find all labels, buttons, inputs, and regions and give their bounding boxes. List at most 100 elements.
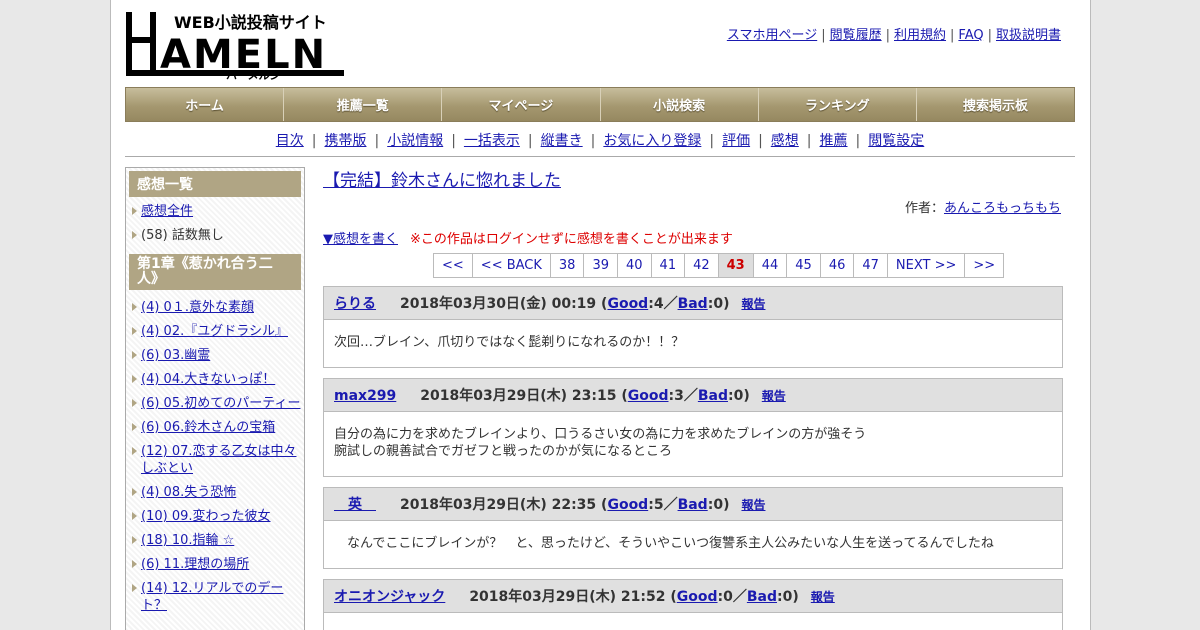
nav-ranking[interactable]: ランキング xyxy=(758,88,917,121)
episode-link[interactable]: (12) 07.恋する乙女は中々しぶとい xyxy=(141,444,297,476)
episode-link[interactable]: (4) 08.失う恐怖 xyxy=(141,485,236,500)
subnav-recommend[interactable]: 推薦 xyxy=(820,133,848,149)
nav-home[interactable]: ホーム xyxy=(126,88,285,121)
sidebar-item: (6) 11.理想の場所 xyxy=(129,553,301,577)
good-button[interactable]: Good xyxy=(628,388,669,404)
sidebar-item: (58) 話数無し xyxy=(129,224,301,248)
episode-link[interactable]: (6) 03.幽霊 xyxy=(141,348,210,363)
episode-link[interactable]: (4) 02.『ユグドラシル』 xyxy=(141,324,288,339)
reviewer-name[interactable]: オニオンジャック xyxy=(334,589,445,605)
reviewer-name[interactable]: max299 xyxy=(334,388,396,404)
novel-title-link[interactable]: 【完結】鈴木さんに惚れました xyxy=(323,171,561,191)
episode-link[interactable]: (6) 06.鈴木さんの宝箱 xyxy=(141,420,275,435)
bad-button[interactable]: Bad xyxy=(698,388,728,404)
pager-page[interactable]: 45 xyxy=(786,253,821,278)
review-item: 英 2018年03月29日(木) 22:35 (Good:5／Bad:0) 報告 … xyxy=(323,487,1063,569)
episode-link[interactable]: (4) 04.大きないっぽ！ xyxy=(141,372,275,387)
review-date: 2018年03月29日(木) 23:15 xyxy=(420,388,617,404)
svg-text:WEB小説投稿サイト: WEB小説投稿サイト xyxy=(174,13,327,32)
sidebar-item: (10) 09.変わった彼女 xyxy=(129,505,301,529)
reviewer-name[interactable]: らりる xyxy=(334,296,376,312)
report-link[interactable]: 報告 xyxy=(762,389,786,403)
pager-page[interactable]: 39 xyxy=(583,253,618,278)
pager-back[interactable]: << BACK xyxy=(471,253,551,278)
subnav-settings[interactable]: 閲覧設定 xyxy=(868,133,924,149)
episode-link[interactable]: (18) 10.指輪 ☆ xyxy=(141,533,234,548)
link-history[interactable]: 閲覧履歴 xyxy=(830,28,882,43)
pager-first[interactable]: << xyxy=(433,253,473,278)
sidebar: 感想一覧 感想全件 (58) 話数無し 第1章《惹かれ合う二人》 (4) 0１.… xyxy=(125,167,305,630)
good-count: 4 xyxy=(653,296,664,312)
bad-count: 0 xyxy=(782,589,793,605)
subnav-vertical[interactable]: 縦書き xyxy=(541,133,583,149)
author-line: 作者：あんころもっちもち xyxy=(323,197,1061,216)
reviewer-name[interactable]: 英 xyxy=(334,497,376,513)
bad-button[interactable]: Bad xyxy=(747,589,777,605)
review-header: max299 2018年03月29日(木) 23:15 (Good:3／Bad:0… xyxy=(324,379,1062,412)
novel-title: 【完結】鈴木さんに惚れました xyxy=(323,166,1063,191)
review-body: なんでここにブレインが？ と、思ったけど、そういやこいつ復讐系主人公みたいな人生… xyxy=(334,536,994,551)
sidebar-item: 感想全件 xyxy=(129,200,301,224)
bad-count: 0 xyxy=(713,497,724,513)
review-item: オニオンジャック 2018年03月29日(木) 21:52 (Good:0／Bad… xyxy=(323,579,1063,630)
subnav-toc[interactable]: 目次 xyxy=(276,133,304,149)
episode-link[interactable]: (14) 12.リアルでのデート？ xyxy=(141,581,283,613)
review-header: らりる 2018年03月30日(金) 00:19 (Good:4／Bad:0) 報告 xyxy=(324,287,1062,320)
episode-link[interactable]: (6) 11.理想の場所 xyxy=(141,557,249,572)
hameln-logo[interactable]: WEB小説投稿サイト AMELN ハーメルン xyxy=(126,10,346,82)
pager-page[interactable]: 47 xyxy=(853,253,888,278)
pager-next[interactable]: NEXT >> xyxy=(886,253,966,278)
link-faq[interactable]: FAQ xyxy=(958,28,983,43)
bad-button[interactable]: Bad xyxy=(678,497,708,513)
nav-recommend[interactable]: 推薦一覧 xyxy=(284,88,443,121)
link-smartphone[interactable]: スマホ用ページ xyxy=(727,28,817,43)
review-body: 自分の為に力を求めたブレインより、口うるさい女の為に力を求めたブレインの方が強そ… xyxy=(334,427,867,459)
pager-page[interactable]: 40 xyxy=(617,253,652,278)
sidebar-link-all[interactable]: 感想全件 xyxy=(141,204,193,219)
episode-link[interactable]: (4) 0１.意外な素顔 xyxy=(141,300,254,315)
good-button[interactable]: Good xyxy=(677,589,718,605)
link-terms[interactable]: 利用規約 xyxy=(894,28,946,43)
good-button[interactable]: Good xyxy=(607,296,648,312)
nav-search[interactable]: 小説検索 xyxy=(600,88,759,121)
episode-link[interactable]: (6) 05.初めてのパーティー xyxy=(141,396,300,411)
nav-mypage[interactable]: マイページ xyxy=(442,88,601,121)
review-item: らりる 2018年03月30日(金) 00:19 (Good:4／Bad:0) 報告… xyxy=(323,286,1063,368)
review-date: 2018年03月30日(金) 00:19 xyxy=(400,296,597,312)
sidebar-item: (4) 0１.意外な素顔 xyxy=(129,296,301,320)
author-link[interactable]: あんころもっちもち xyxy=(944,201,1061,216)
pager-page[interactable]: 41 xyxy=(650,253,686,278)
top-links: スマホ用ページ | 閲覧履歴 | 利用規約 | FAQ | 取扱説明書 xyxy=(726,28,1061,43)
sidebar-no-chapter: (58) 話数無し xyxy=(141,228,224,243)
sidebar-item: (4) 04.大きないっぽ！ xyxy=(129,368,301,392)
subnav-all[interactable]: 一括表示 xyxy=(464,133,520,149)
report-link[interactable]: 報告 xyxy=(741,498,765,512)
report-link[interactable]: 報告 xyxy=(741,297,765,311)
sidebar-item: (4) 02.『ユグドラシル』 xyxy=(129,320,301,344)
good-count: 0 xyxy=(723,589,733,605)
subnav-info[interactable]: 小説情報 xyxy=(387,133,443,149)
pager-last[interactable]: >> xyxy=(964,253,1005,278)
good-button[interactable]: Good xyxy=(607,497,648,513)
link-manual[interactable]: 取扱説明書 xyxy=(996,28,1061,43)
author-label: 作者： xyxy=(904,201,944,216)
subnav-mobile[interactable]: 携帯版 xyxy=(324,133,366,149)
write-review-link[interactable]: ▼感想を書く xyxy=(323,232,398,247)
episode-link[interactable]: (10) 09.変わった彼女 xyxy=(141,509,271,524)
login-notice: ※この作品はログインせずに感想を書くことが出来ます xyxy=(410,232,733,247)
divider xyxy=(125,156,1075,157)
subnav-reviews[interactable]: 感想 xyxy=(771,133,799,149)
nav-board[interactable]: 捜索掲示板 xyxy=(916,88,1075,121)
subnav-rating[interactable]: 評価 xyxy=(722,133,750,149)
review-header: オニオンジャック 2018年03月29日(木) 21:52 (Good:0／Bad… xyxy=(324,580,1062,613)
pager-page[interactable]: 46 xyxy=(819,253,855,278)
report-link[interactable]: 報告 xyxy=(811,590,835,604)
pager-page[interactable]: 38 xyxy=(549,253,585,278)
subnav-favorite[interactable]: お気に入り登録 xyxy=(603,133,701,149)
pager-page[interactable]: 42 xyxy=(684,253,719,278)
pager-page[interactable]: 44 xyxy=(752,253,788,278)
good-count: 3 xyxy=(674,388,684,404)
review-item: max299 2018年03月29日(木) 23:15 (Good:3／Bad:0… xyxy=(323,378,1063,477)
sidebar-item: (6) 06.鈴木さんの宝箱 xyxy=(129,416,301,440)
bad-button[interactable]: Bad xyxy=(678,296,708,312)
